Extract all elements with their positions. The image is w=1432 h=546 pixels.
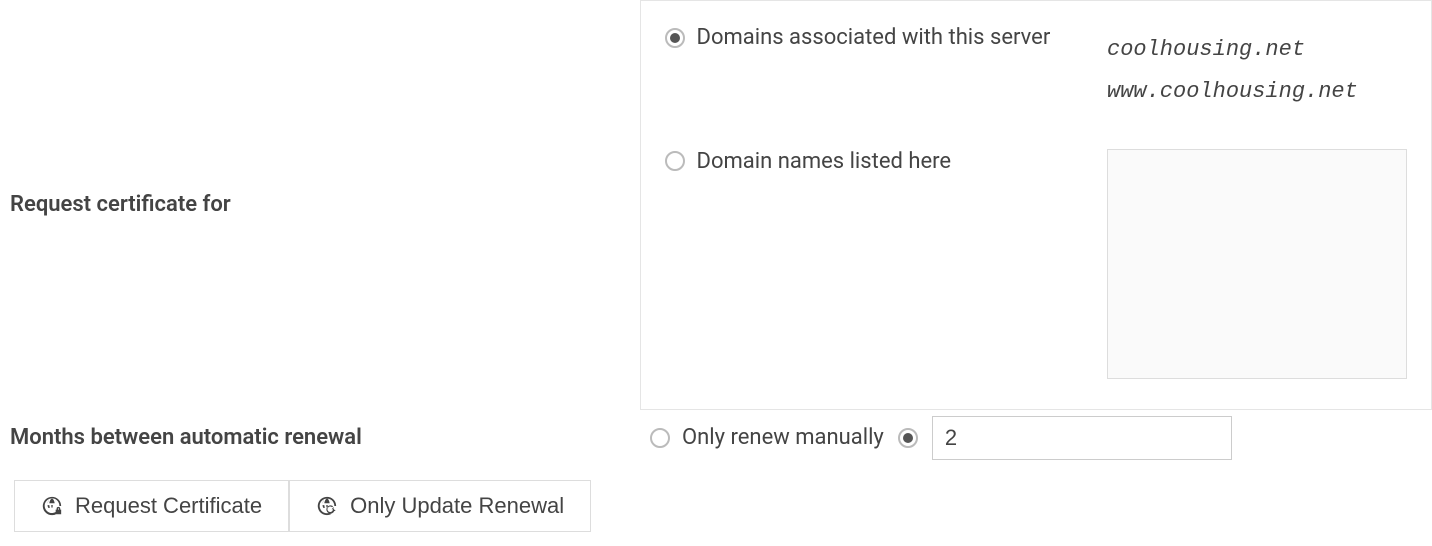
radio-renew-months[interactable]: [898, 428, 918, 448]
radio-domains-listed[interactable]: Domain names listed here: [665, 149, 1080, 174]
radio-icon: [898, 428, 918, 448]
radio-renew-manually-label: Only renew manually: [682, 425, 884, 450]
label-request-for: Request certificate for: [0, 1, 640, 410]
form-table: Request certificate for Domains associat…: [0, 0, 1432, 466]
only-update-renewal-button[interactable]: Only Update Renewal: [289, 480, 591, 532]
control-request-for: Domains associated with this server cool…: [640, 1, 1432, 410]
globe-lock-icon: [41, 495, 63, 517]
request-certificate-button[interactable]: Request Certificate: [14, 480, 289, 532]
control-renewal: Only renew manually: [640, 409, 1432, 466]
domains-listed-textarea[interactable]: [1107, 149, 1407, 379]
radio-renew-manually[interactable]: Only renew manually: [650, 425, 884, 450]
radio-icon: [650, 428, 670, 448]
request-options-table: Domains associated with this server cool…: [651, 7, 1422, 403]
radio-icon: [665, 28, 685, 48]
only-update-renewal-label: Only Update Renewal: [350, 493, 564, 519]
associated-domains-list: coolhousing.net www.coolhousing.net: [1107, 25, 1407, 113]
radio-domains-associated[interactable]: Domains associated with this server: [665, 25, 1080, 50]
row-renewal: Months between automatic renewal Only re…: [0, 409, 1432, 466]
row-request-for: Request certificate for Domains associat…: [0, 1, 1432, 410]
radio-domains-associated-label: Domains associated with this server: [697, 25, 1051, 50]
request-certificate-label: Request Certificate: [75, 493, 262, 519]
radio-icon: [665, 151, 685, 171]
button-bar: Request Certificate Only Update Renewal: [0, 466, 1432, 546]
certificate-form: Request certificate for Domains associat…: [0, 0, 1432, 546]
months-input[interactable]: [932, 416, 1232, 460]
associated-domain: coolhousing.net: [1107, 29, 1407, 71]
radio-domains-listed-label: Domain names listed here: [697, 149, 952, 174]
associated-domain: www.coolhousing.net: [1107, 71, 1407, 113]
label-renewal: Months between automatic renewal: [0, 409, 640, 466]
globe-refresh-icon: [316, 495, 338, 517]
